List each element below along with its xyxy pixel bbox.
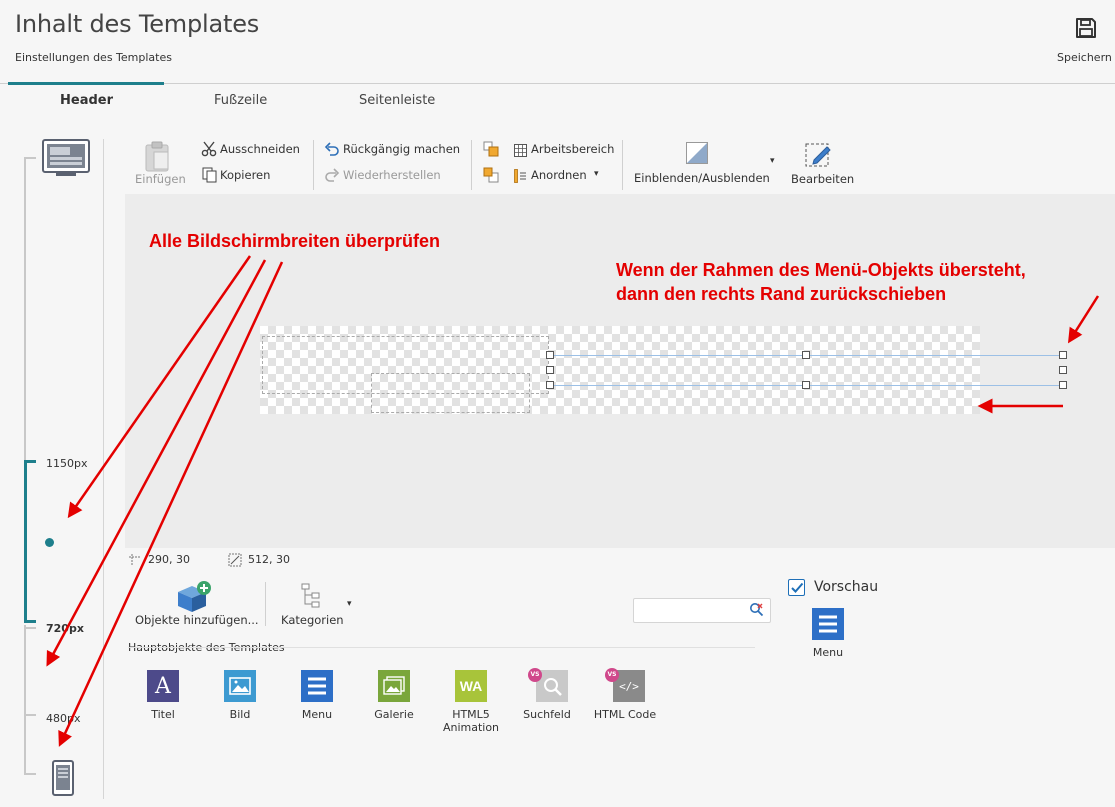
tab-sidebar[interactable]: Seitenleiste — [359, 93, 435, 108]
preview-menu-label: Menu — [812, 646, 844, 659]
position-icon — [128, 552, 142, 571]
paste-icon — [143, 140, 173, 176]
slider-tick-480 — [24, 714, 36, 716]
app-window: Inhalt des Templates Einstellungen des T… — [0, 0, 1115, 807]
object-html5-animation[interactable]: WA — [455, 670, 487, 702]
bring-forward-icon[interactable] — [483, 141, 499, 161]
preview-menu-icon — [812, 608, 844, 640]
object-search-field-label: Suchfeld — [523, 708, 571, 721]
resize-handle-s[interactable] — [802, 381, 810, 389]
object-html5-label-1: HTML5 — [452, 708, 490, 721]
active-tab-indicator — [8, 82, 164, 85]
tab-footer[interactable]: Fußzeile — [214, 93, 267, 108]
object-html-code[interactable]: </> VS — [605, 668, 645, 702]
page-subtitle: Einstellungen des Templates — [15, 51, 172, 64]
undo-button[interactable]: Rückgängig machen — [343, 142, 460, 156]
arrange-icon — [514, 168, 527, 187]
gallery-icon — [378, 670, 410, 702]
toolbar-separator — [471, 140, 472, 190]
categories-icon — [300, 583, 322, 613]
workspace-icon — [514, 142, 527, 161]
show-hide-button[interactable]: Einblenden/Ausblenden — [634, 171, 770, 185]
slider-track-mobile — [24, 625, 26, 775]
desktop-icon[interactable] — [42, 139, 90, 181]
resize-handle-w[interactable] — [546, 366, 554, 374]
chevron-down-icon[interactable]: ▾ — [594, 169, 599, 179]
resize-handle-sw[interactable] — [546, 381, 554, 389]
resize-handle-n[interactable] — [802, 351, 810, 359]
save-label: Speichern — [1057, 51, 1112, 64]
breakpoint-480[interactable]: 480px — [46, 712, 81, 725]
position-readout: 290, 30 — [148, 553, 190, 566]
annotation-check-widths: Alle Bildschirmbreiten überprüfen — [149, 231, 441, 251]
header-divider — [0, 83, 1115, 84]
size-icon — [228, 552, 242, 571]
edit-button[interactable]: Bearbeiten — [791, 172, 854, 186]
redo-button[interactable]: Wiederherstellen — [343, 168, 441, 182]
resize-handle-ne[interactable] — [1059, 351, 1067, 359]
object-html5-label-2: Animation — [442, 721, 500, 734]
breakpoint-720[interactable]: 720px — [46, 622, 84, 635]
copy-button[interactable]: Kopieren — [220, 168, 270, 182]
slider-panel-divider — [103, 139, 104, 799]
slider-handle[interactable] — [45, 538, 54, 547]
slider-track-active[interactable] — [24, 460, 27, 623]
page-title: Inhalt des Templates — [15, 10, 260, 38]
slider-cap-bottom — [24, 773, 36, 775]
preview-checkbox[interactable] — [788, 579, 805, 596]
panel-separator — [265, 582, 266, 626]
copy-icon — [202, 167, 218, 187]
categories-button[interactable]: Kategorien — [281, 613, 344, 627]
wa-icon: WA — [455, 670, 487, 702]
resize-handle-se[interactable] — [1059, 381, 1067, 389]
object-gallery-label: Galerie — [374, 708, 414, 721]
undo-icon — [324, 141, 340, 161]
object-search-field[interactable]: VS — [528, 668, 568, 702]
cut-button[interactable]: Ausschneiden — [220, 142, 300, 156]
mobile-icon[interactable] — [52, 760, 74, 800]
annotation-menu-note-1: Wenn der Rahmen des Menü-Objekts überste… — [616, 260, 1026, 280]
toolbar-separator — [313, 140, 314, 190]
object-image[interactable] — [224, 670, 256, 702]
section-divider — [128, 647, 755, 648]
toolbar-separator — [622, 140, 623, 190]
vs-badge-icon: VS — [605, 668, 619, 682]
scissors-icon — [201, 141, 217, 161]
add-objects-button[interactable]: Objekte hinzufügen... — [135, 613, 259, 627]
chevron-down-icon[interactable]: ▾ — [770, 156, 775, 166]
paste-button[interactable]: Einfügen — [135, 172, 186, 186]
object-menu[interactable] — [301, 670, 333, 702]
redo-icon — [324, 167, 340, 187]
slider-track-desktop — [24, 157, 26, 462]
title-icon: A — [147, 670, 179, 702]
arrange-button[interactable]: Anordnen — [531, 168, 587, 182]
send-backward-icon[interactable] — [483, 167, 499, 187]
tab-header[interactable]: Header — [60, 93, 113, 108]
resize-handle-nw[interactable] — [546, 351, 554, 359]
object-title-label: Titel — [151, 708, 175, 721]
object-image-label: Bild — [229, 708, 251, 721]
annotation-menu-note-2: dann den rechts Rand zurückschieben — [616, 284, 947, 304]
object-title[interactable]: A — [147, 670, 179, 702]
slider-teal-bottom — [24, 620, 36, 623]
search-icon[interactable] — [749, 602, 764, 621]
size-readout: 512, 30 — [248, 553, 290, 566]
show-hide-icon — [686, 142, 708, 168]
menu-icon — [301, 670, 333, 702]
save-icon — [1076, 18, 1096, 38]
vs-badge-icon: VS — [528, 668, 542, 682]
workspace-button[interactable]: Arbeitsbereich — [531, 142, 614, 156]
save-button[interactable]: Speichern ▾ — [1050, 14, 1115, 74]
preview-label[interactable]: Vorschau — [814, 579, 878, 595]
subtitle-placeholder[interactable] — [371, 373, 530, 413]
object-menu-label: Menu — [301, 708, 333, 721]
edit-icon — [805, 141, 833, 173]
breakpoint-1150[interactable]: 1150px — [46, 457, 88, 470]
object-html-code-label: HTML Code — [593, 708, 657, 721]
object-gallery[interactable] — [378, 670, 410, 702]
slider-tick-720 — [24, 627, 36, 629]
resize-handle-e[interactable] — [1059, 366, 1067, 374]
image-icon — [224, 670, 256, 702]
chevron-down-icon[interactable]: ▾ — [347, 599, 352, 609]
